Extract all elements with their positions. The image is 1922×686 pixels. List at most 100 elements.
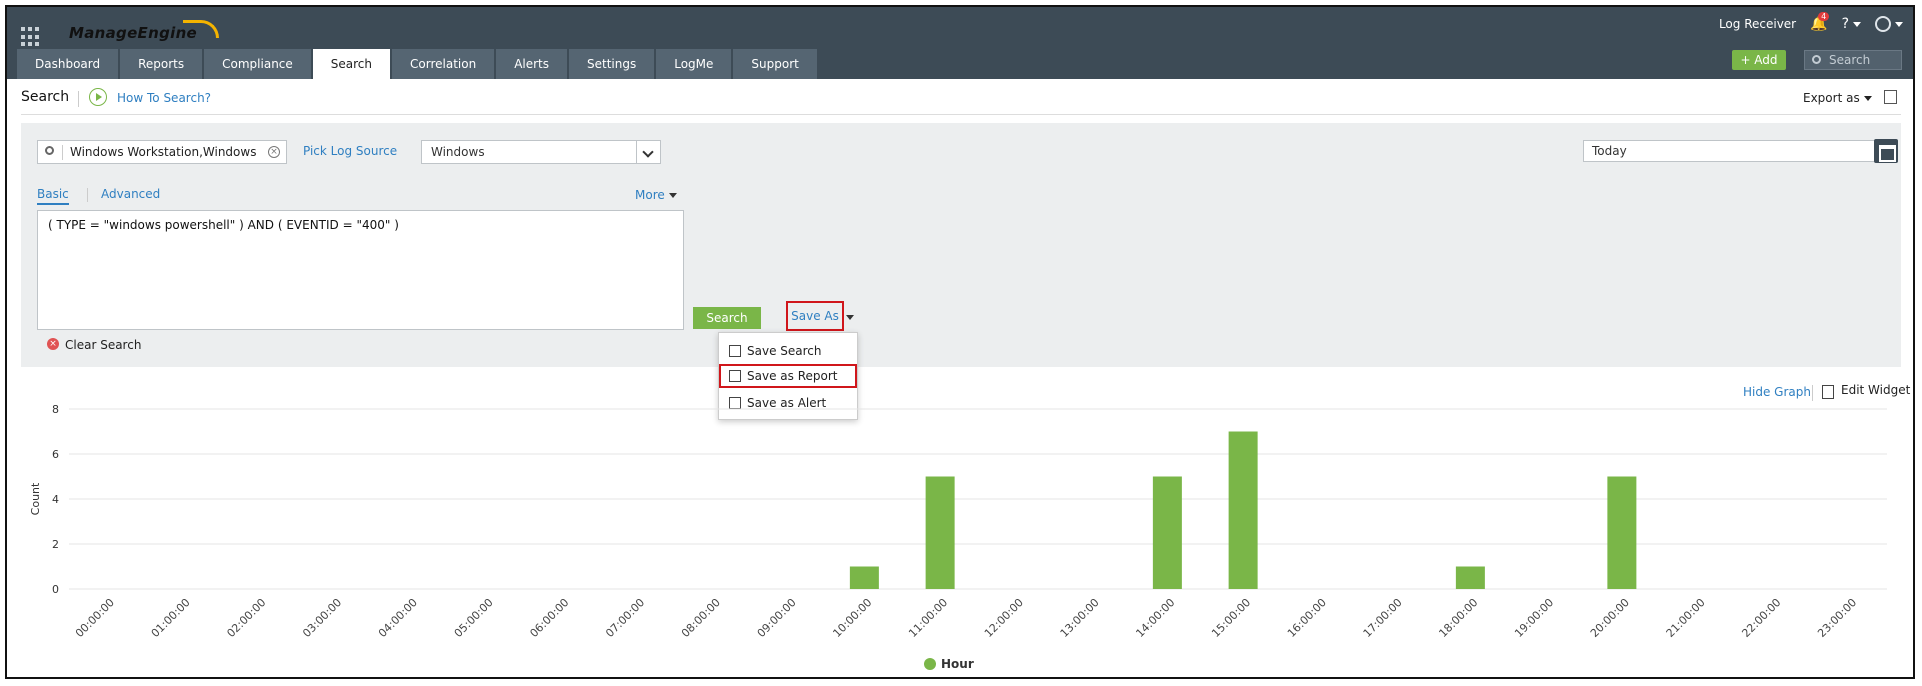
external-link-icon bbox=[729, 370, 741, 382]
tab-settings[interactable]: Settings bbox=[569, 49, 655, 79]
export-menu[interactable]: Export as bbox=[1803, 91, 1872, 105]
bar[interactable] bbox=[1152, 476, 1182, 590]
x-tick-label: 04:00:00 bbox=[376, 596, 420, 640]
chevron-down-icon bbox=[1895, 21, 1903, 27]
x-tick-label: 16:00:00 bbox=[1285, 596, 1329, 640]
divider bbox=[21, 114, 1901, 115]
x-tick-label: 20:00:00 bbox=[1588, 596, 1632, 640]
x-tick-label: 23:00:00 bbox=[1815, 596, 1859, 640]
nav-tabs: Dashboard Reports Compliance Search Correlat… bbox=[17, 49, 817, 79]
y-tick-label: 0 bbox=[52, 583, 59, 596]
device-type-select[interactable]: Windows bbox=[421, 140, 661, 164]
floppy-icon bbox=[729, 345, 741, 357]
more-label: More bbox=[635, 188, 665, 202]
tab-support[interactable]: Support bbox=[733, 49, 817, 79]
clear-icon[interactable]: × bbox=[268, 146, 280, 158]
export-label: Export as bbox=[1803, 91, 1860, 105]
x-tick-label: 12:00:00 bbox=[982, 596, 1026, 640]
x-tick-label: 03:00:00 bbox=[300, 596, 344, 640]
bar[interactable] bbox=[1455, 566, 1485, 590]
logo-swoosh-icon bbox=[183, 20, 219, 38]
pick-log-source-link[interactable]: Pick Log Source bbox=[303, 144, 397, 158]
user-menu[interactable] bbox=[1875, 16, 1903, 32]
x-tick-label: 06:00:00 bbox=[527, 596, 571, 640]
logo[interactable]: ManageEngine bbox=[69, 24, 197, 42]
tab-logme[interactable]: LogMe bbox=[656, 49, 732, 79]
edit-widget-link[interactable]: Edit Widget bbox=[1841, 383, 1910, 397]
divider bbox=[78, 91, 79, 107]
more-menu[interactable]: More bbox=[635, 188, 677, 202]
calendar-icon[interactable] bbox=[1874, 139, 1898, 163]
menu-item-save-as-report[interactable]: Save as Report bbox=[719, 364, 857, 388]
clear-search-icon[interactable]: × bbox=[47, 338, 59, 350]
y-tick-label: 8 bbox=[52, 403, 59, 416]
tab-alerts[interactable]: Alerts bbox=[496, 49, 568, 79]
alert-count-badge: 4 bbox=[1818, 12, 1830, 21]
chevron-down-icon bbox=[1853, 22, 1861, 27]
help-icon: ? bbox=[1841, 16, 1849, 32]
bar[interactable] bbox=[849, 566, 879, 590]
clear-search-link[interactable]: Clear Search bbox=[65, 338, 141, 352]
x-tick-label: 01:00:00 bbox=[149, 596, 193, 640]
product-name[interactable]: Log Receiver bbox=[1719, 17, 1796, 31]
chevron-down-icon bbox=[1863, 96, 1872, 101]
chevron-down-icon[interactable] bbox=[636, 141, 660, 163]
tab-search[interactable]: Search bbox=[312, 49, 391, 79]
x-tick-label: 13:00:00 bbox=[1058, 596, 1102, 640]
top-right-toolbar: Log Receiver 🔔 4 ? bbox=[1719, 12, 1903, 35]
menu-item-label: Save as Report bbox=[747, 369, 838, 383]
how-to-search-link[interactable]: How To Search? bbox=[117, 91, 211, 105]
tab-basic[interactable]: Basic bbox=[37, 187, 69, 205]
play-icon[interactable] bbox=[89, 88, 107, 106]
bar[interactable] bbox=[1228, 431, 1258, 590]
global-search-input[interactable]: Search bbox=[1804, 50, 1902, 70]
divider bbox=[62, 145, 63, 160]
x-tick-label: 02:00:00 bbox=[224, 596, 268, 640]
top-bar: ManageEngine Log Receiver 🔔 4 ? Dashboard… bbox=[7, 7, 1913, 79]
menu-item-save-search[interactable]: Save Search bbox=[719, 339, 857, 363]
y-axis-label: Count bbox=[29, 482, 42, 515]
avatar bbox=[1875, 16, 1891, 32]
search-icon bbox=[45, 146, 54, 155]
bar[interactable] bbox=[1607, 476, 1637, 590]
tab-correlation[interactable]: Correlation bbox=[392, 49, 495, 79]
save-as-button[interactable]: Save As bbox=[786, 301, 844, 331]
event-count-chart: 0 2 4 6 8 Count 00:00:00 01:00:00 02:00:00 03:00:… bbox=[29, 403, 1887, 671]
y-tick-label: 4 bbox=[52, 493, 59, 506]
log-source-value: Windows Workstation,Windows bbox=[70, 145, 257, 159]
date-range-input[interactable]: Today bbox=[1583, 140, 1875, 162]
y-tick-label: 6 bbox=[52, 448, 59, 461]
add-button[interactable]: + Add bbox=[1732, 50, 1786, 70]
help-menu[interactable]: ? bbox=[1842, 16, 1861, 32]
date-range-value: Today bbox=[1592, 144, 1627, 158]
legend-marker[interactable] bbox=[924, 658, 936, 670]
query-textarea[interactable]: ( TYPE = "windows powershell" ) AND ( EV… bbox=[37, 210, 684, 330]
divider bbox=[87, 188, 88, 202]
x-tick-label: 11:00:00 bbox=[906, 596, 950, 640]
tab-dashboard[interactable]: Dashboard bbox=[17, 49, 119, 79]
x-tick-label: 14:00:00 bbox=[1133, 596, 1177, 640]
tab-compliance[interactable]: Compliance bbox=[204, 49, 311, 79]
x-tick-label: 09:00:00 bbox=[755, 596, 799, 640]
x-tick-label: 19:00:00 bbox=[1512, 596, 1556, 640]
bar[interactable] bbox=[925, 476, 955, 590]
x-tick-label: 17:00:00 bbox=[1361, 596, 1405, 640]
legend-label[interactable]: Hour bbox=[941, 657, 974, 671]
x-tick-label: 15:00:00 bbox=[1209, 596, 1253, 640]
search-placeholder: Search bbox=[1829, 53, 1871, 67]
x-tick-label: 08:00:00 bbox=[679, 596, 723, 640]
x-tick-label: 18:00:00 bbox=[1436, 596, 1480, 640]
log-source-input[interactable]: Windows Workstation,Windows × bbox=[37, 140, 287, 164]
bell-icon[interactable]: 🔔 4 bbox=[1810, 12, 1830, 32]
chevron-down-icon bbox=[668, 193, 677, 198]
chevron-down-icon[interactable] bbox=[846, 315, 854, 320]
app-grid-icon[interactable] bbox=[21, 27, 41, 47]
tab-advanced[interactable]: Advanced bbox=[101, 187, 160, 201]
y-tick-label: 2 bbox=[52, 538, 59, 551]
x-tick-label: 00:00:00 bbox=[73, 596, 117, 640]
tab-reports[interactable]: Reports bbox=[120, 49, 203, 79]
x-tick-label: 21:00:00 bbox=[1664, 596, 1708, 640]
search-icon bbox=[1812, 55, 1821, 64]
schedule-export-icon[interactable] bbox=[1884, 90, 1897, 104]
search-button[interactable]: Search bbox=[693, 307, 761, 329]
